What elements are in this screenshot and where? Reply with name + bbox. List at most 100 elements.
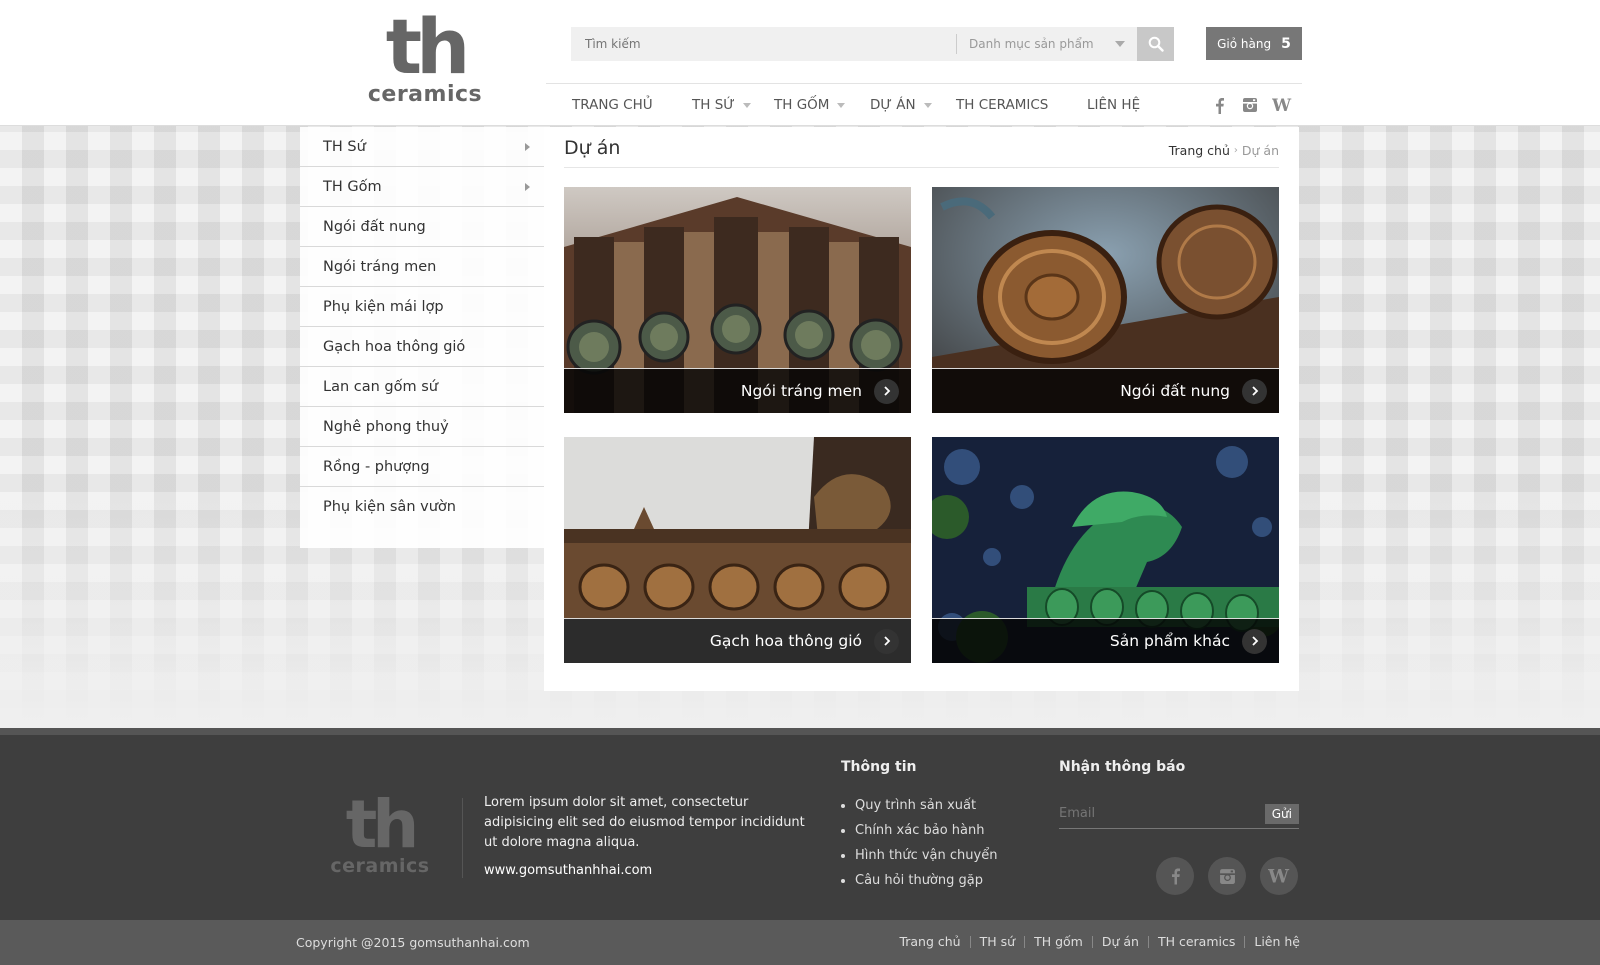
sidebar-item-label: Ngói tráng men — [323, 258, 437, 275]
nav-item-du-an[interactable]: DỰ ÁN — [870, 84, 932, 126]
project-card-label: Ngói tráng men — [740, 382, 862, 400]
project-card-san-pham-khac[interactable]: Sản phẩm khác — [932, 437, 1279, 663]
project-card-gach-hoa-thong-gio[interactable]: Gạch hoa thông gió — [564, 437, 911, 663]
bottom-link-th-ceramics[interactable]: TH ceramics — [1158, 934, 1235, 949]
footer-link[interactable]: Câu hỏi thường gặp — [841, 868, 997, 893]
nav-item-th-su[interactable]: TH SỨ — [692, 84, 751, 126]
svg-text:W: W — [1268, 867, 1290, 885]
svg-text:W: W — [1272, 97, 1292, 113]
instagram-icon — [1243, 98, 1257, 112]
chevron-right-icon[interactable] — [874, 628, 899, 654]
wordpress-icon: W — [1268, 867, 1290, 885]
newsletter-form: Gửi — [1059, 799, 1299, 829]
sidebar-item-ngoi-dat-nung[interactable]: Ngói đất nung — [300, 207, 544, 247]
facebook-icon — [1172, 868, 1180, 885]
logo-wordmark: ceramics — [330, 855, 430, 877]
wordpress-icon: W — [1272, 97, 1292, 113]
sidebar-item-label: Phụ kiện sân vườn — [323, 499, 456, 515]
nav-item-label: TH CERAMICS — [956, 97, 1049, 113]
sidebar-item-phu-kien-san-vuon[interactable]: Phụ kiện sân vườn — [300, 487, 544, 527]
link-separator — [1244, 935, 1246, 948]
chevron-right-icon[interactable] — [1242, 628, 1267, 654]
header-facebook-link[interactable] — [1213, 84, 1225, 126]
search-button[interactable] — [1137, 27, 1174, 61]
sidebar-item-label: TH Gốm — [323, 178, 382, 195]
footer-info-title: Thông tin — [841, 759, 917, 775]
sidebar-item-gach-hoa-thong-gio[interactable]: Gạch hoa thông gió — [300, 327, 544, 367]
footer-website-link[interactable]: www.gomsuthanhhai.com — [484, 863, 652, 878]
main-nav: TRANG CHỦ TH SỨ TH GỐM DỰ ÁN TH CERAMICS… — [546, 84, 1302, 126]
logo-mark: th — [385, 2, 470, 91]
project-card-label: Sản phẩm khác — [1109, 632, 1230, 650]
header-wordpress-link[interactable]: W — [1272, 84, 1292, 126]
category-select[interactable]: Danh mục sản phẩm — [957, 27, 1137, 61]
bottom-link-lien-he[interactable]: Liên hệ — [1254, 934, 1300, 949]
footer-link[interactable]: Hình thức vận chuyển — [841, 843, 997, 868]
bottom-bar: Copyright @2015 gomsuthanhai.com Trang c… — [0, 920, 1600, 965]
bottom-link-th-gom[interactable]: TH gốm — [1034, 934, 1083, 949]
title-divider — [564, 167, 1279, 168]
chevron-down-icon — [742, 102, 751, 108]
nav-item-th-ceramics[interactable]: TH CERAMICS — [956, 84, 1048, 126]
page-title: Dự án — [564, 137, 621, 159]
bottom-link-home[interactable]: Trang chủ — [899, 934, 960, 949]
footer-wordpress-link[interactable]: W — [1260, 857, 1298, 895]
footer-instagram-link[interactable] — [1208, 857, 1246, 895]
send-button[interactable]: Gửi — [1264, 803, 1299, 824]
bottom-link-du-an[interactable]: Dự án — [1102, 934, 1139, 949]
sidebar-item-th-gom[interactable]: TH Gốm — [300, 167, 544, 207]
logo-mark: th — [345, 786, 420, 863]
breadcrumb: Trang chủ › Dự án — [1169, 143, 1279, 158]
bottom-link-th-su[interactable]: TH sứ — [980, 934, 1015, 949]
site-header: th ceramics Danh mục sản phẩm Giỏ hàng 5… — [0, 0, 1600, 126]
header-instagram-link[interactable] — [1242, 84, 1258, 126]
sidebar-item-th-su[interactable]: TH Sứ — [300, 127, 544, 167]
cart-button[interactable]: Giỏ hàng 5 — [1206, 27, 1302, 60]
nav-item-label: DỰ ÁN — [870, 97, 916, 113]
breadcrumb-current: Dự án — [1241, 143, 1279, 158]
facebook-icon — [1216, 97, 1224, 114]
link-separator — [1024, 935, 1026, 948]
nav-item-home[interactable]: TRANG CHỦ — [572, 84, 653, 126]
footer-newsletter-title: Nhận thông báo — [1059, 759, 1186, 775]
project-card-label: Gạch hoa thông gió — [709, 632, 862, 650]
breadcrumb-home-link[interactable]: Trang chủ — [1169, 143, 1230, 158]
sidebar-item-label: Gạch hoa thông gió — [323, 338, 466, 355]
sidebar-item-label: Rồng - phượng — [323, 458, 430, 475]
footer-link[interactable]: Chính xác bảo hành — [841, 818, 997, 843]
project-card-label: Ngói đất nung — [1120, 382, 1230, 400]
search-input[interactable] — [571, 27, 956, 61]
nav-item-label: TH GỐM — [774, 97, 830, 113]
sidebar-item-label: Nghê phong thuỷ — [323, 418, 449, 435]
sidebar-item-rong-phuong[interactable]: Rồng - phượng — [300, 447, 544, 487]
sidebar-item-ngoi-trang-men[interactable]: Ngói tráng men — [300, 247, 544, 287]
sidebar-item-nghe-phong-thuy[interactable]: Nghê phong thuỷ — [300, 407, 544, 447]
sidebar-item-label: Lan can gốm sứ — [323, 378, 438, 395]
project-card-caption: Ngói đất nung — [932, 368, 1279, 413]
instagram-icon — [1219, 868, 1235, 884]
sidebar-item-label: Ngói đất nung — [323, 218, 426, 235]
project-card-ngoi-trang-men[interactable]: Ngói tráng men — [564, 187, 911, 413]
site-logo[interactable]: th ceramics — [360, 2, 490, 114]
project-card-caption: Ngói tráng men — [564, 368, 911, 413]
sidebar-item-phu-kien-mai-lop[interactable]: Phụ kiện mái lợp — [300, 287, 544, 327]
footer-facebook-link[interactable] — [1156, 857, 1194, 895]
sidebar-item-label: Phụ kiện mái lợp — [323, 298, 444, 315]
chevron-right-icon[interactable] — [874, 378, 899, 404]
chevron-down-icon — [837, 102, 846, 108]
footer-link[interactable]: Quy trình sản xuất — [841, 793, 997, 818]
logo-wordmark: ceramics — [367, 82, 483, 107]
nav-item-lien-he[interactable]: LIÊN HỆ — [1087, 84, 1140, 126]
project-card-ngoi-dat-nung[interactable]: Ngói đất nung — [932, 187, 1279, 413]
bottom-nav: Trang chủ TH sứ TH gốm Dự án TH ceramics… — [899, 934, 1300, 949]
category-select-label: Danh mục sản phẩm — [969, 37, 1094, 51]
link-separator — [1147, 935, 1149, 948]
footer-logo[interactable]: th ceramics — [322, 786, 438, 885]
cart-label: Giỏ hàng — [1217, 36, 1272, 51]
email-field[interactable] — [1059, 806, 1239, 821]
footer-divider — [462, 798, 463, 878]
footer-info-links: Quy trình sản xuất Chính xác bảo hành Hì… — [841, 793, 997, 893]
chevron-right-icon[interactable] — [1242, 378, 1267, 404]
sidebar-item-lan-can-gom-su[interactable]: Lan can gốm sứ — [300, 367, 544, 407]
nav-item-th-gom[interactable]: TH GỐM — [774, 84, 846, 126]
